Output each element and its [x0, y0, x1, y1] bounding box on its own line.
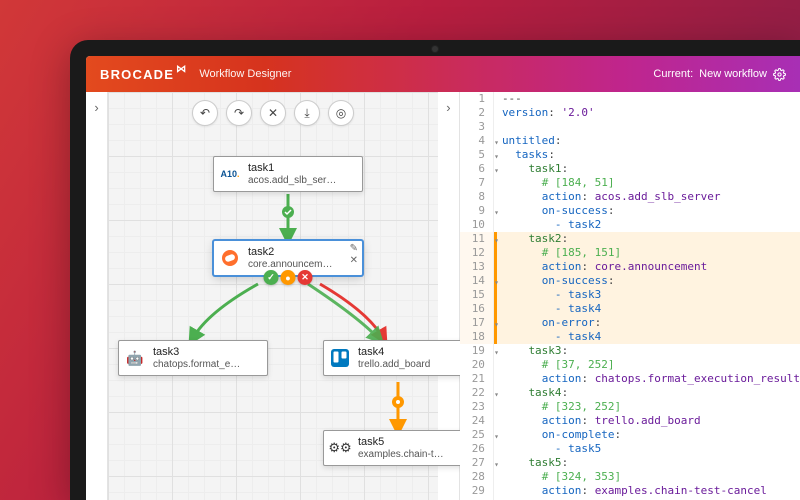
- node-title: task1: [248, 162, 354, 175]
- left-rail-toggle[interactable]: ›: [86, 92, 108, 500]
- code-line[interactable]: 27▾ task5:: [460, 456, 800, 470]
- current-value: New workflow: [699, 68, 767, 80]
- run-button[interactable]: ◎: [328, 100, 354, 126]
- code-line[interactable]: 7 # [184, 51]: [460, 176, 800, 190]
- code-line[interactable]: 11▾ task2:: [460, 232, 800, 246]
- node-task2[interactable]: task2 core.announcem… ✎ ✕ ✓ ● ✕: [213, 240, 363, 276]
- code-line[interactable]: 26 - task5: [460, 442, 800, 456]
- code-line[interactable]: 17▾ on-error:: [460, 316, 800, 330]
- title-bar: BROCADE ⋈ Workflow Designer Current: New…: [86, 56, 800, 92]
- code-line[interactable]: 4▾untitled:: [460, 134, 800, 148]
- current-workflow[interactable]: Current: New workflow: [653, 68, 786, 81]
- node-title: task4: [358, 346, 464, 359]
- canvas-toolbar: ↶ ↷ ✕ ⤓ ◎: [192, 100, 354, 126]
- brand: BROCADE ⋈ Workflow Designer: [100, 67, 291, 82]
- chevron-right-icon: ›: [446, 100, 450, 115]
- save-button[interactable]: ⤓: [294, 100, 320, 126]
- code-line[interactable]: 24 action: trello.add_board: [460, 414, 800, 428]
- code-line[interactable]: 8 action: acos.add_slb_server: [460, 190, 800, 204]
- brand-logo-mark: ⋈: [176, 64, 187, 75]
- camera-dot: [432, 46, 438, 52]
- gears-icon: ⚙⚙: [330, 438, 350, 458]
- code-line[interactable]: 16 - task4: [460, 302, 800, 316]
- stackstorm-icon: [220, 248, 240, 268]
- node-subtitle: chatops.format_e…: [153, 359, 245, 371]
- code-line[interactable]: 10 - task2: [460, 218, 800, 232]
- brand-logo: BROCADE ⋈: [100, 67, 187, 82]
- delete-node-icon[interactable]: ✕: [350, 256, 358, 266]
- current-label: Current:: [653, 68, 693, 80]
- code-line[interactable]: 29 action: examples.chain-test-cancel: [460, 484, 800, 498]
- code-line[interactable]: 6▾ task1:: [460, 162, 800, 176]
- trello-icon: [330, 348, 350, 368]
- node-subtitle: core.announcem…: [248, 259, 340, 271]
- code-line[interactable]: 1---: [460, 92, 800, 106]
- code-line[interactable]: 15 - task3: [460, 288, 800, 302]
- edit-node-icon[interactable]: ✎: [350, 244, 358, 254]
- node-title: task3: [153, 346, 259, 359]
- code-line[interactable]: 23 # [323, 252]: [460, 400, 800, 414]
- code-line[interactable]: 19▾ task3:: [460, 344, 800, 358]
- gear-icon[interactable]: [773, 68, 786, 81]
- code-line[interactable]: 25▾ on-complete:: [460, 428, 800, 442]
- node-title: task2: [248, 246, 354, 259]
- node-task5[interactable]: ⚙⚙ task5 examples.chain-t…: [323, 430, 473, 466]
- code-line[interactable]: 28 # [324, 353]: [460, 470, 800, 484]
- chevron-right-icon: ›: [94, 100, 98, 115]
- workflow-canvas[interactable]: ↶ ↷ ✕ ⤓ ◎: [108, 92, 438, 500]
- code-line[interactable]: 20 # [37, 252]: [460, 358, 800, 372]
- node-subtitle: acos.add_slb_ser…: [248, 175, 340, 187]
- pill-error-icon[interactable]: ✕: [298, 270, 313, 285]
- brand-logo-text: BROCADE: [100, 67, 174, 82]
- yaml-editor[interactable]: 1---2version: '2.0'34▾untitled:5▾ tasks:…: [460, 92, 800, 500]
- redo-button[interactable]: ↷: [226, 100, 252, 126]
- code-line[interactable]: 2version: '2.0': [460, 106, 800, 120]
- code-line[interactable]: 22▾ task4:: [460, 386, 800, 400]
- code-line[interactable]: 3: [460, 120, 800, 134]
- rearrange-button[interactable]: ✕: [260, 100, 286, 126]
- code-line[interactable]: 14▾ on-success:: [460, 274, 800, 288]
- node-title: task5: [358, 436, 464, 449]
- node-subtitle: trello.add_board: [358, 359, 450, 371]
- status-pills: ✓ ● ✕: [264, 270, 313, 285]
- node-subtitle: examples.chain-t…: [358, 449, 450, 461]
- code-line[interactable]: 18 - task4: [460, 330, 800, 344]
- robot-icon: 🤖: [125, 348, 145, 368]
- code-line[interactable]: 5▾ tasks:: [460, 148, 800, 162]
- code-line[interactable]: 12 # [185, 151]: [460, 246, 800, 260]
- code-line[interactable]: 9▾ on-success:: [460, 204, 800, 218]
- app-subtitle: Workflow Designer: [199, 68, 291, 80]
- code-line[interactable]: 13 action: core.announcement: [460, 260, 800, 274]
- pill-success-icon[interactable]: ✓: [264, 270, 279, 285]
- node-task3[interactable]: 🤖 task3 chatops.format_e…: [118, 340, 268, 376]
- a10-icon: A10.: [220, 164, 240, 184]
- code-line[interactable]: 21 action: chatops.format_execution_resu…: [460, 372, 800, 386]
- pill-complete-icon[interactable]: ●: [281, 270, 296, 285]
- node-task4[interactable]: task4 trello.add_board: [323, 340, 473, 376]
- undo-button[interactable]: ↶: [192, 100, 218, 126]
- node-task1[interactable]: A10. task1 acos.add_slb_ser…: [213, 156, 363, 192]
